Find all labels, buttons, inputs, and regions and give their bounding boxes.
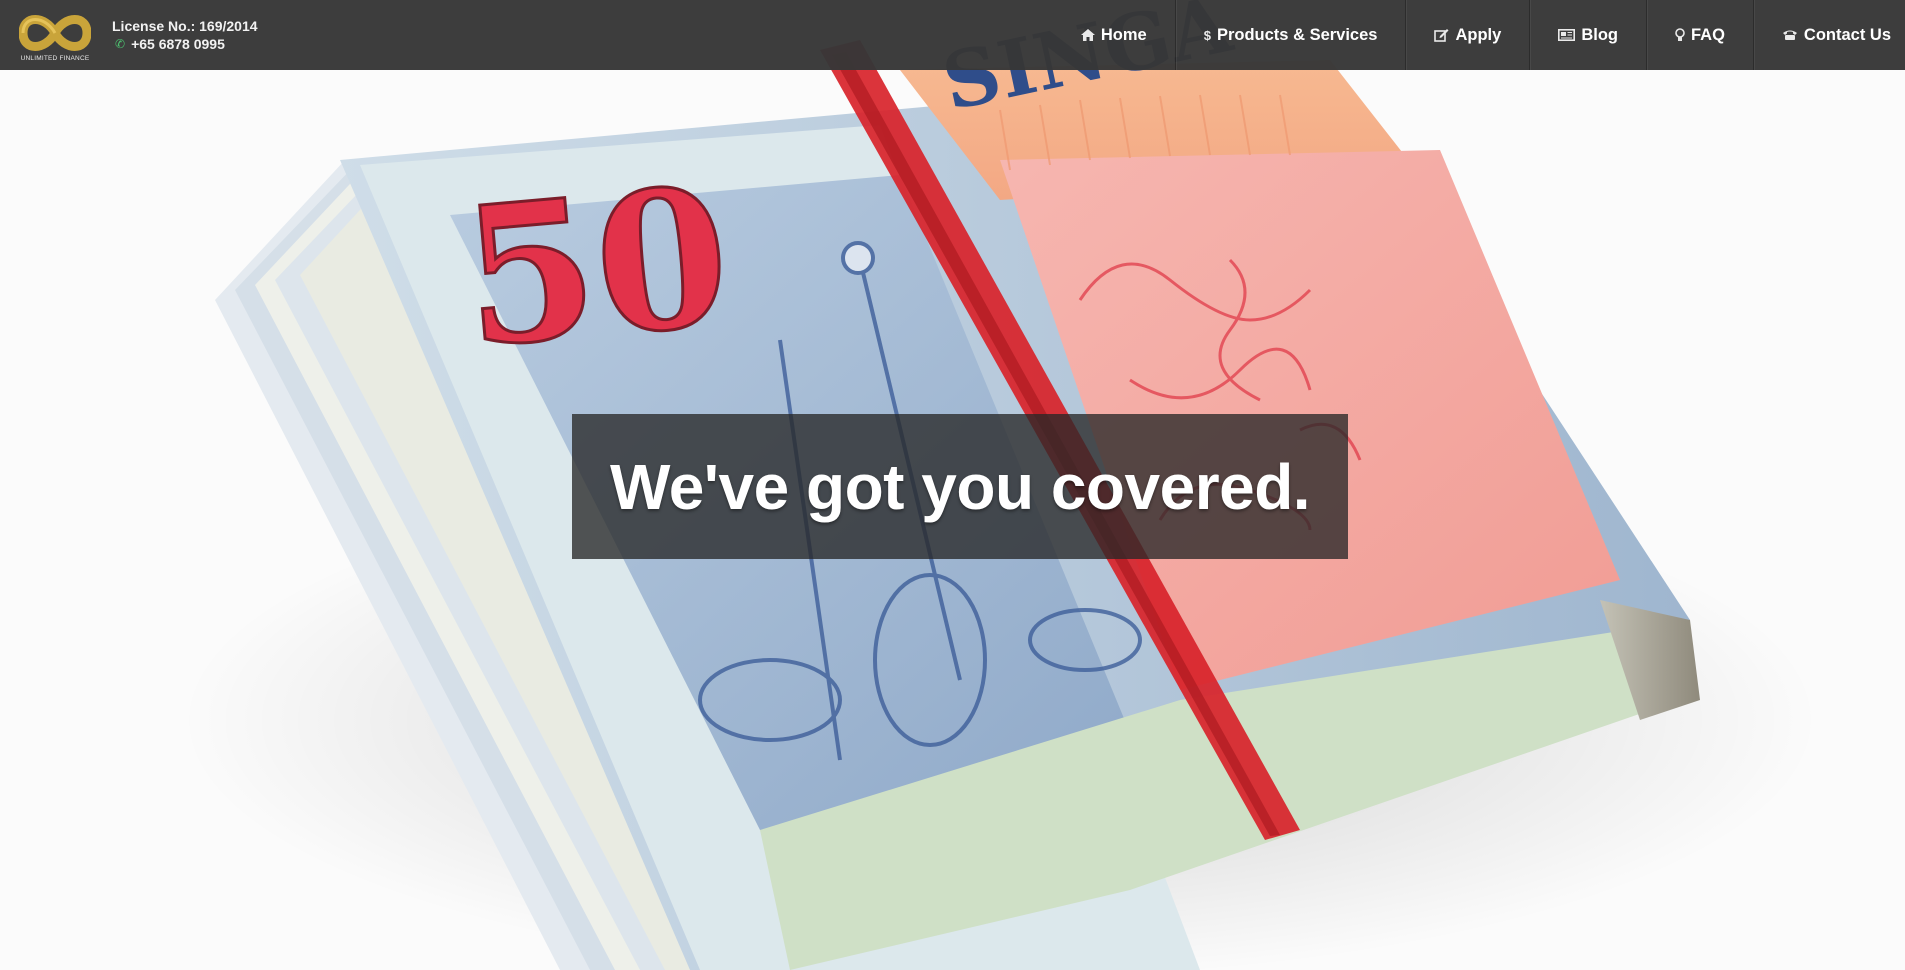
brand-area: UNLIMITED FINANCE License No.: 169/2014 … — [0, 0, 258, 70]
nav-blog[interactable]: Blog — [1529, 0, 1646, 70]
phone-number: +65 6878 0995 — [131, 36, 225, 52]
nav-contact-us[interactable]: Contact Us — [1752, 0, 1905, 70]
nav-faq-label: FAQ — [1690, 25, 1725, 44]
banknote-numeral: 50 — [454, 145, 737, 390]
nav-blog-label: Blog — [1581, 25, 1618, 44]
nav-apply-label: Apply — [1455, 25, 1502, 44]
hero-tagline: We've got you covered. — [609, 450, 1311, 523]
logo-caption: UNLIMITED FINANCE — [20, 54, 90, 62]
telephone-icon — [1782, 29, 1798, 41]
newspaper-icon — [1558, 29, 1576, 41]
nav-apply[interactable]: Apply — [1405, 0, 1529, 70]
nav-faq[interactable]: FAQ — [1645, 0, 1753, 70]
nav-contact-us-label: Contact Us — [1803, 25, 1891, 44]
nav-products-services[interactable]: $ Products & Services — [1174, 0, 1406, 70]
license-info: License No.: 169/2014 ✆ +65 6878 0995 — [112, 17, 258, 53]
main-nav: Home $ Products & Services Apply Blog FA… — [1053, 0, 1905, 70]
license-number: License No.: 169/2014 — [112, 18, 258, 34]
nav-products-services-label: Products & Services — [1216, 25, 1378, 44]
edit-icon — [1434, 28, 1449, 42]
phone-icon: ✆ — [115, 37, 126, 51]
nav-home[interactable]: Home — [1053, 0, 1175, 70]
top-navigation-bar: UNLIMITED FINANCE License No.: 169/2014 … — [0, 0, 1905, 70]
hero-tagline-box: We've got you covered. — [572, 414, 1348, 559]
nav-home-label: Home — [1100, 25, 1147, 44]
phone-line[interactable]: ✆ +65 6878 0995 — [112, 35, 258, 53]
dollar-icon: $ — [1203, 27, 1211, 43]
lightbulb-icon — [1675, 28, 1685, 42]
home-icon — [1080, 29, 1095, 41]
infinity-logo-icon — [19, 14, 91, 51]
company-logo[interactable]: UNLIMITED FINANCE — [17, 4, 93, 66]
